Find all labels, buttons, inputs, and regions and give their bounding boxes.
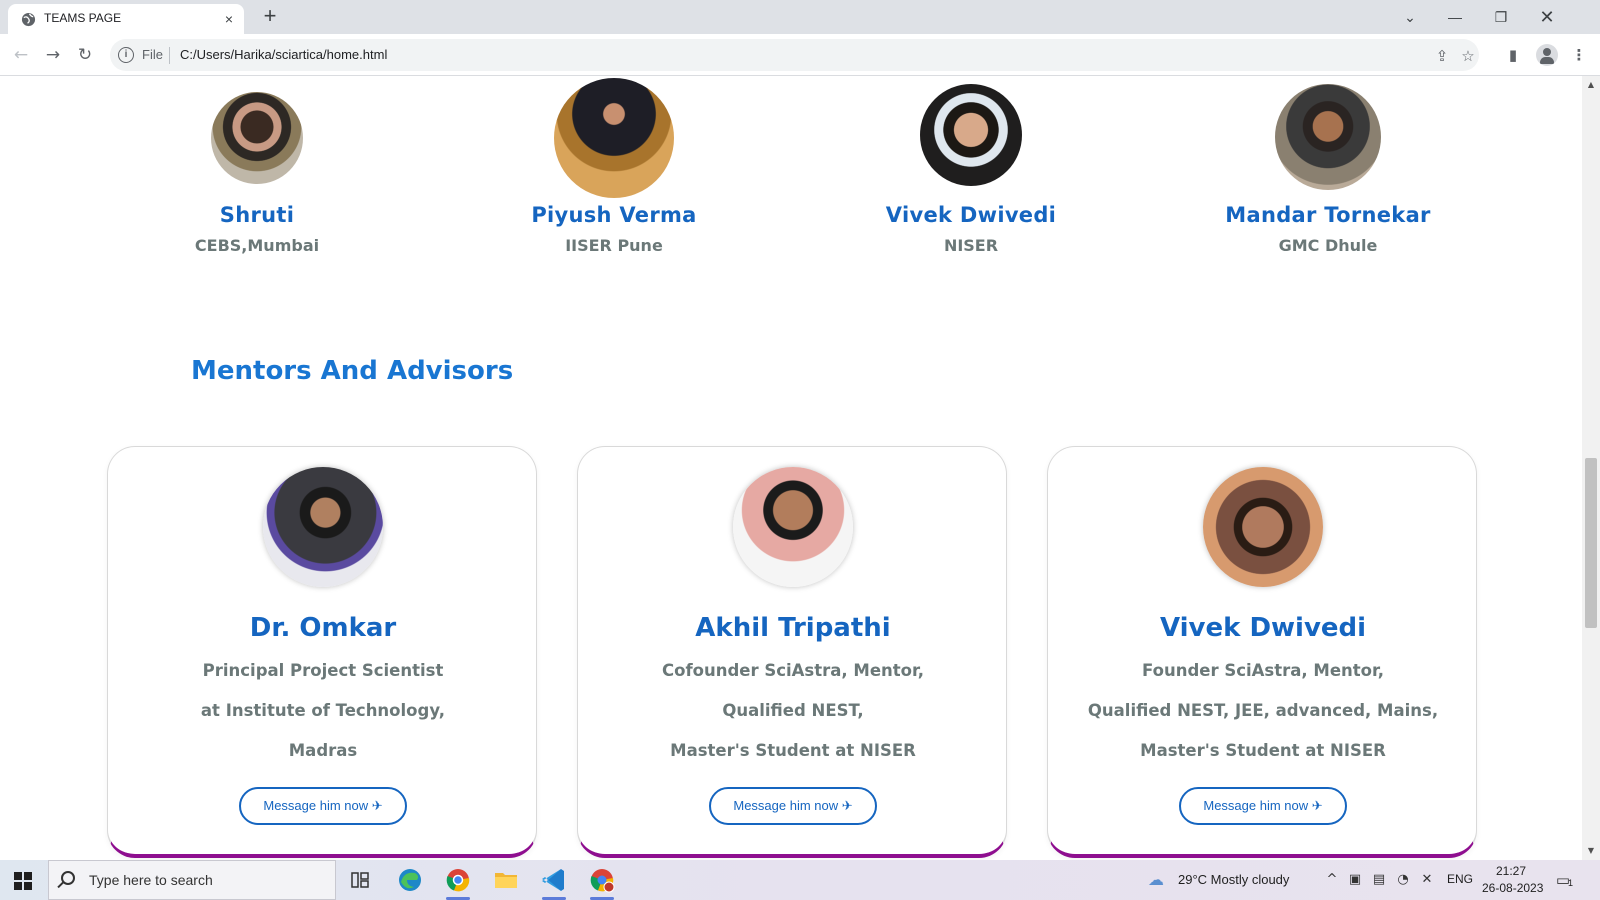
task-view-icon[interactable]	[340, 864, 380, 900]
scrollbar-thumb[interactable]	[1585, 458, 1597, 628]
mentor-card: Dr. Omkar Principal Project Scientist at…	[107, 446, 537, 858]
restore-button[interactable]: ❐	[1478, 4, 1524, 30]
tab-search-chevron-icon[interactable]: ⌄	[1387, 4, 1433, 30]
search-icon	[61, 871, 75, 885]
team-member-name: Vivek Dwivedi	[885, 203, 1057, 227]
menu-dots-icon[interactable]: ⋮	[1568, 44, 1590, 66]
page-content: Shruti CEBS,Mumbai Piyush Verma IISER Pu…	[0, 76, 1582, 860]
team-member-institution: CEBS,Mumbai	[194, 236, 320, 255]
reload-icon[interactable]: ↻	[73, 43, 97, 67]
mentor-photo	[733, 467, 853, 587]
share-icon[interactable]: ⇪	[1432, 46, 1452, 66]
team-member-photo	[554, 78, 674, 198]
display-icon[interactable]: ▤	[1370, 871, 1388, 889]
mentor-description-line: Master's Student at NISER	[670, 741, 916, 760]
browser-toolbar: ← → ↻ i File C:/Users/Harika/sciartica/h…	[0, 34, 1600, 76]
globe-icon	[21, 12, 36, 27]
taskbar-search-placeholder: Type here to search	[89, 872, 213, 888]
mentor-name: Akhil Tripathi	[695, 613, 891, 643]
language-indicator[interactable]: ENG	[1447, 872, 1473, 886]
scroll-up-arrow-icon[interactable]: ▲	[1586, 80, 1596, 89]
clock-time[interactable]: 21:27	[1496, 864, 1526, 878]
bookmark-star-icon[interactable]: ☆	[1458, 46, 1478, 66]
mentor-description-line: Cofounder SciAstra, Mentor,	[662, 661, 924, 680]
taskbar-search-box[interactable]: Type here to search	[48, 860, 336, 900]
team-member-institution: NISER	[943, 236, 999, 255]
mentor-name: Dr. Omkar	[249, 613, 397, 643]
team-member-name: Mandar Tornekar	[1225, 203, 1431, 227]
team-member-photo	[920, 84, 1022, 186]
weather-cloud-icon[interactable]: ☁	[1147, 871, 1165, 889]
address-bar[interactable]: i File C:/Users/Harika/sciartica/home.ht…	[110, 39, 1479, 71]
side-panel-icon[interactable]: ▮	[1502, 44, 1524, 66]
close-window-button[interactable]: ✕	[1524, 4, 1570, 30]
team-member-photo	[211, 92, 303, 184]
chrome-profile-icon[interactable]	[582, 864, 622, 900]
info-icon[interactable]: i	[118, 47, 134, 63]
tab-teams-page[interactable]: TEAMS PAGE ×	[8, 4, 244, 34]
mentor-description-line: Qualified NEST,	[722, 701, 864, 720]
address-url[interactable]: C:/Users/Harika/sciartica/home.html	[180, 47, 387, 62]
mentor-description-line: at Institute of Technology,	[200, 701, 446, 720]
windows-taskbar: Type here to search ☁ 29°C Mostly cloudy…	[0, 860, 1600, 900]
minimize-button[interactable]: —	[1432, 4, 1478, 30]
edge-browser-icon[interactable]	[390, 864, 430, 900]
message-him-button[interactable]: Message him now ✈	[709, 787, 877, 825]
message-him-button[interactable]: Message him now ✈	[239, 787, 407, 825]
chevron-up-icon[interactable]: ^	[1323, 871, 1341, 889]
mentor-card: Akhil Tripathi Cofounder SciAstra, Mento…	[577, 446, 1007, 858]
new-tab-button[interactable]: +	[259, 5, 281, 28]
profile-avatar-icon[interactable]	[1536, 44, 1558, 66]
mentor-description-line: Founder SciAstra, Mentor,	[1142, 661, 1384, 680]
windows-start-icon[interactable]	[14, 872, 32, 890]
mentor-photo	[1203, 467, 1323, 587]
close-tab-icon[interactable]: ×	[220, 10, 238, 28]
team-member-institution: IISER Pune	[565, 236, 663, 255]
vscode-icon[interactable]	[534, 864, 574, 900]
wifi-icon[interactable]: ◔	[1394, 871, 1412, 889]
team-member-photo	[1275, 84, 1381, 190]
tab-title: TEAMS PAGE	[44, 11, 122, 25]
mentor-description-line: Madras	[288, 741, 358, 760]
address-divider	[169, 47, 170, 64]
tab-strip: TEAMS PAGE × + ⌄ — ❐ ✕	[0, 0, 1600, 34]
mentor-name: Vivek Dwivedi	[1159, 613, 1367, 643]
clock-date[interactable]: 26-08-2023	[1482, 881, 1543, 895]
team-member-name: Shruti	[219, 203, 295, 227]
back-arrow-icon[interactable]: ←	[9, 43, 33, 67]
forward-arrow-icon[interactable]: →	[41, 43, 65, 67]
page-scrollbar[interactable]: ▲ ▼	[1582, 76, 1600, 860]
message-him-button[interactable]: Message him now ✈	[1179, 787, 1347, 825]
mentor-description-line: Qualified NEST, JEE, advanced, Mains,	[1087, 701, 1439, 720]
file-explorer-icon[interactable]	[486, 864, 526, 900]
section-title: Mentors And Advisors	[191, 356, 514, 386]
scroll-down-arrow-icon[interactable]: ▼	[1586, 846, 1596, 855]
address-scheme: File	[142, 47, 163, 62]
mentor-description-line: Master's Student at NISER	[1140, 741, 1386, 760]
weather-text[interactable]: 29°C Mostly cloudy	[1178, 872, 1289, 887]
speaker-muted-icon[interactable]: ✕	[1418, 871, 1436, 889]
team-member-institution: GMC Dhule	[1278, 236, 1378, 255]
team-member-name: Piyush Verma	[531, 203, 697, 227]
chrome-icon[interactable]	[438, 864, 478, 900]
notification-count: 1	[1568, 878, 1574, 888]
mentor-description-line: Principal Project Scientist	[202, 661, 444, 680]
meet-icon[interactable]: ▣	[1346, 871, 1364, 889]
mentor-card: Vivek Dwivedi Founder SciAstra, Mentor, …	[1047, 446, 1477, 858]
mentor-photo	[263, 467, 383, 587]
